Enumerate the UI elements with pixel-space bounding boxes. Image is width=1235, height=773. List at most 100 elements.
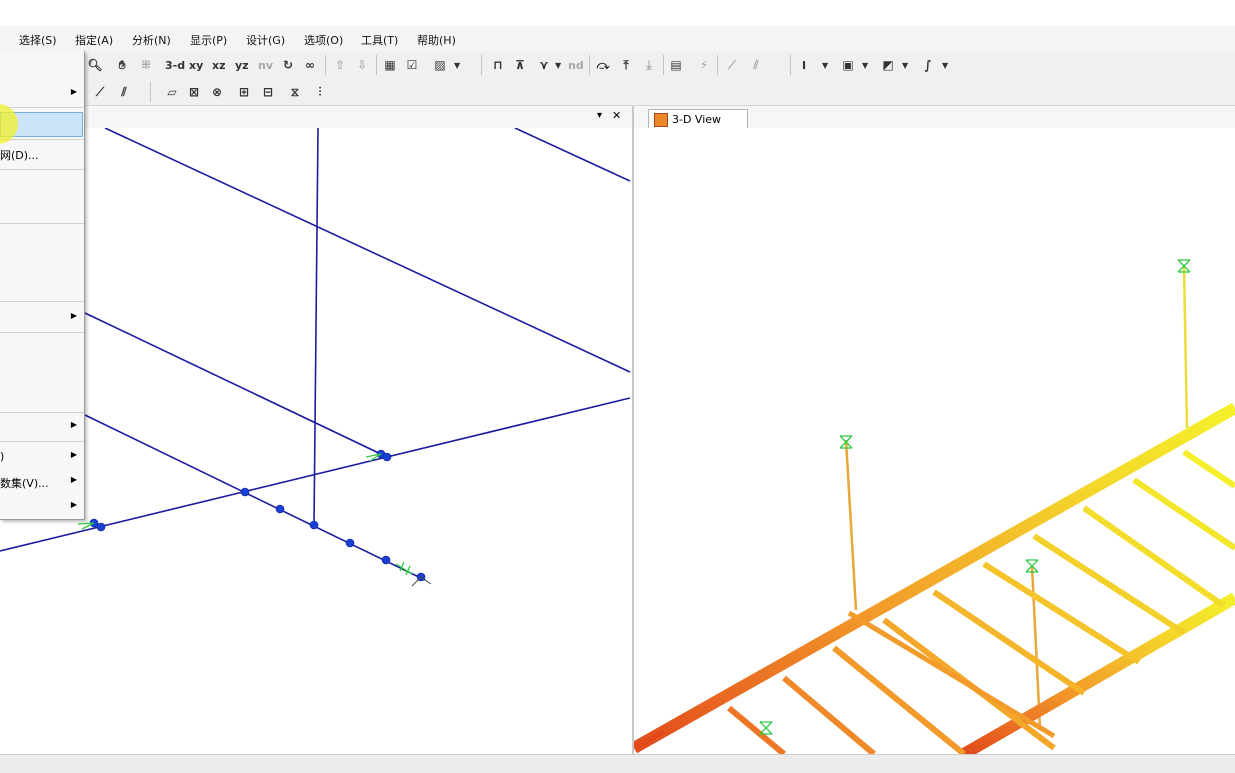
chevron-down-icon[interactable]: ▼ (454, 61, 460, 70)
view-xz-button[interactable]: xz (210, 55, 228, 75)
dropdown-item[interactable] (0, 363, 84, 385)
draw-area-icon[interactable]: ▱ (162, 82, 182, 102)
property-icon[interactable]: ◩ (878, 55, 898, 75)
portal-frame-icon[interactable]: ⊼ (510, 55, 530, 75)
dropdown-item[interactable] (0, 339, 84, 361)
view-3d-button[interactable]: 3-d (163, 55, 187, 75)
edge-beam (634, 402, 1235, 754)
select-all-icon[interactable]: ▦ (380, 55, 400, 75)
cross-beam (1082, 505, 1226, 609)
cross-beam (1132, 477, 1235, 551)
joint (345, 538, 355, 548)
quick-area-icon[interactable]: ⊗ (207, 82, 227, 102)
dropdown-item[interactable] (0, 388, 84, 410)
frame-icon[interactable]: ⊓ (488, 55, 508, 75)
toolbar: 🔍︎ ✋︎ ⁜ 3-d xy xz yz nv ↻ ∞ ⇧ ⇩ ▦ ☑ ▨ ▼ … (0, 51, 1235, 106)
move-down-icon[interactable]: ⇩ (352, 55, 372, 75)
section-button[interactable]: I (800, 55, 808, 75)
right-3d-view[interactable] (634, 128, 1235, 754)
table-icon[interactable]: ▤ (666, 55, 686, 75)
hanger-rod (1182, 265, 1189, 429)
model-line (84, 312, 386, 457)
close-icon[interactable]: ✕ (612, 109, 621, 122)
menu-display[interactable]: 显示(P) (190, 32, 227, 48)
function-icon[interactable]: ∫ (918, 55, 938, 75)
dropdown-item-submenu[interactable]: ▶ (0, 496, 84, 518)
menu-design[interactable]: 设计(G) (246, 32, 285, 48)
chevron-down-icon[interactable]: ▼ (822, 61, 828, 70)
dropdown-item-submenu[interactable]: 数集(V)... ▶ (0, 471, 84, 493)
model-line (84, 414, 426, 581)
area-section-icon[interactable]: ▣ (838, 55, 858, 75)
status-bar (0, 754, 1235, 773)
draw-solid-icon[interactable]: ⊞ (234, 82, 254, 102)
dropdown-item[interactable] (0, 252, 84, 274)
chevron-down-icon[interactable]: ▼ (942, 61, 948, 70)
joint (382, 452, 392, 462)
view-xy-button[interactable]: xy (187, 55, 205, 75)
dropdown-item[interactable] (0, 276, 84, 298)
truss-icon[interactable]: ⋎ (534, 55, 554, 75)
draw-rect-area-icon[interactable]: ⊠ (184, 82, 204, 102)
pan-hand-icon[interactable]: ✋︎ (112, 55, 132, 75)
menu-analyze[interactable]: 分析(N) (132, 32, 171, 48)
dropdown-item[interactable] (0, 173, 84, 195)
menu-separator (0, 332, 84, 333)
quick-solid-icon[interactable]: ⊟ (258, 82, 278, 102)
tab-3d-view[interactable]: 3-D View (648, 109, 748, 129)
draw-section-cut-icon[interactable]: ⫶ (310, 82, 330, 102)
left-model-view[interactable] (0, 128, 632, 754)
dropdown-item-submenu[interactable]: ▶ (0, 307, 84, 329)
chevron-right-icon: ▶ (70, 450, 77, 459)
chevron-down-icon[interactable]: ▼ (862, 61, 868, 70)
chevron-down-icon[interactable]: ▼ (902, 61, 908, 70)
menu-separator (0, 139, 84, 140)
chevron-right-icon: ▶ (70, 475, 77, 484)
nd-button[interactable]: nd (566, 55, 586, 75)
menu-separator (0, 412, 84, 413)
rubberband-icon[interactable]: ⁜ (136, 55, 156, 75)
draw-link-icon[interactable]: ⧖ (285, 82, 305, 102)
chevron-right-icon: ▶ (70, 87, 77, 96)
menu-help[interactable]: 帮助(H) (417, 32, 456, 48)
menu-options[interactable]: 选项(O) (304, 32, 343, 48)
model-line (514, 128, 631, 182)
deformed-shape-icon[interactable]: ⟋ (722, 55, 742, 75)
view-3d-icon (654, 112, 668, 127)
rotate-icon[interactable]: ↻ (278, 55, 298, 75)
dropdown-item-submenu[interactable]: ) ▶ (0, 446, 84, 468)
view-nv-button[interactable]: nv (256, 55, 275, 75)
pin-icon[interactable]: ▾ (597, 110, 602, 121)
perspective-icon[interactable]: ∞ (300, 55, 320, 75)
set-display-icon[interactable]: ▨ (430, 55, 450, 75)
draw-frame-icon[interactable]: ⟋ (90, 82, 110, 102)
support-symbol (395, 561, 413, 576)
edge-beam (961, 592, 1235, 754)
model-line (313, 128, 319, 526)
draw-cable-icon[interactable]: ⫽ (114, 82, 134, 102)
menu-tools[interactable]: 工具(T) (361, 32, 398, 48)
load-icon[interactable]: ⤒ (616, 55, 636, 75)
forces-icon[interactable]: ⫽ (746, 55, 766, 75)
zoom-out-icon[interactable]: 🔍︎ (85, 55, 105, 75)
toolbar-separator (376, 55, 377, 75)
run-analysis-icon[interactable]: ⚡︎ (694, 55, 714, 75)
toolbar-separator (790, 55, 791, 75)
joint (96, 522, 106, 532)
toolbar-separator (663, 55, 664, 75)
joint-restraint-icon[interactable]: ⤼ (593, 55, 613, 75)
dropdown-item-submenu[interactable]: ▶ (0, 83, 84, 105)
chevron-down-icon[interactable]: ▼ (555, 61, 561, 70)
menu-select[interactable]: 选择(S) (19, 32, 57, 48)
area-load-icon[interactable]: ⤓ (639, 55, 659, 75)
move-up-icon[interactable]: ⇧ (330, 55, 350, 75)
menu-assign[interactable]: 指定(A) (75, 32, 113, 48)
view-yz-button[interactable]: yz (233, 55, 251, 75)
joint (309, 520, 319, 530)
dropdown-item[interactable] (0, 197, 84, 219)
menubar: 选择(S) 指定(A) 分析(N) 显示(P) 设计(G) 选项(O) 工具(T… (0, 26, 1235, 51)
model-line (104, 128, 631, 373)
dropdown-item-grid[interactable]: 网(D)... (0, 143, 84, 165)
checkbox-icon[interactable]: ☑ (402, 55, 422, 75)
dropdown-item-submenu[interactable]: ▶ (0, 416, 84, 438)
